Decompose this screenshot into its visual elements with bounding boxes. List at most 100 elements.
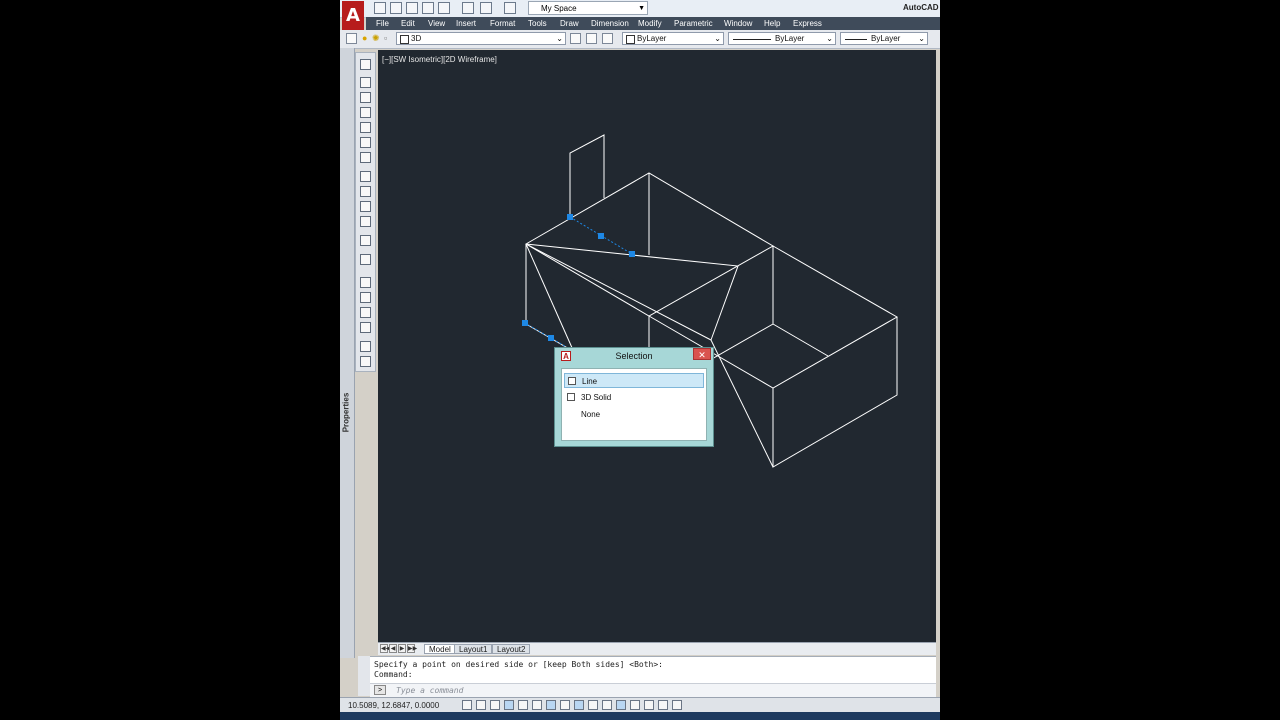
box-icon[interactable] — [360, 77, 371, 88]
first-layout-button[interactable]: ◀◀ — [380, 644, 390, 653]
save-as-icon[interactable] — [422, 2, 434, 14]
command-input[interactable]: > Type a command — [370, 683, 936, 697]
command-history-line: Command: — [374, 670, 413, 679]
ortho-mode-icon[interactable] — [504, 700, 514, 710]
publish-icon[interactable] — [438, 2, 450, 14]
snap-mode-icon[interactable] — [476, 700, 486, 710]
menu-help[interactable]: Help — [764, 19, 780, 28]
slice-plane-edge-2[interactable] — [525, 243, 574, 351]
grid-display-icon[interactable] — [490, 700, 500, 710]
properties-palette-tab[interactable]: Properties — [340, 48, 355, 658]
grip-point[interactable] — [567, 214, 573, 220]
cylinder-icon[interactable] — [360, 137, 371, 148]
save-icon[interactable] — [406, 2, 418, 14]
layer-previous-icon[interactable] — [586, 33, 597, 44]
undo-icon[interactable] — [480, 2, 492, 14]
3d-rotate-icon[interactable] — [360, 341, 371, 352]
torus-icon[interactable] — [360, 152, 371, 163]
tab-layout1[interactable]: Layout1 — [454, 644, 493, 654]
extrude-icon[interactable] — [360, 171, 371, 182]
sphere-icon[interactable] — [360, 122, 371, 133]
drawing-viewport[interactable]: [−][SW Isometric][2D Wireframe] — [378, 50, 936, 642]
make-current-layer-icon[interactable] — [570, 33, 581, 44]
workspace-dropdown[interactable]: My Space ▼ — [528, 1, 648, 15]
last-layout-button[interactable]: ▶▶ — [407, 644, 417, 653]
model-space-icon[interactable] — [672, 700, 682, 710]
menu-draw[interactable]: Draw — [560, 19, 579, 28]
plate-edges[interactable] — [569, 134, 605, 217]
color-dropdown[interactable]: ByLayer ⌄ — [622, 32, 724, 45]
wireframe-drawing[interactable] — [378, 50, 936, 642]
layer-properties-icon[interactable] — [346, 33, 357, 44]
grip-point[interactable] — [598, 233, 604, 239]
menu-dimension[interactable]: Dimension — [591, 19, 629, 28]
dynamic-input-icon[interactable] — [588, 700, 598, 710]
revolve-icon[interactable] — [360, 216, 371, 227]
slice-icon[interactable] — [360, 322, 371, 333]
next-layout-button[interactable]: ▶ — [398, 644, 406, 653]
transparency-icon[interactable] — [616, 700, 626, 710]
tab-model[interactable]: Model — [424, 644, 456, 654]
selection-cycling-icon[interactable] — [644, 700, 654, 710]
lineweight-toggle-icon[interactable] — [602, 700, 612, 710]
lightbulb-icon[interactable]: ● — [362, 32, 370, 44]
application-menu-button[interactable]: A — [342, 1, 364, 31]
menu-parametric[interactable]: Parametric — [674, 19, 713, 28]
annotation-monitor-icon[interactable] — [658, 700, 668, 710]
diagonal-edge[interactable] — [525, 243, 712, 341]
new-file-icon[interactable] — [374, 2, 386, 14]
object-snap-icon[interactable] — [532, 700, 542, 710]
slice-plane-edges[interactable] — [525, 243, 739, 341]
inner-edge[interactable] — [772, 323, 829, 357]
infer-constraints-icon[interactable] — [462, 700, 472, 710]
list-item-3d-solid[interactable]: 3D Solid — [564, 390, 704, 405]
recent-commands-button[interactable]: > — [374, 685, 386, 695]
lineweight-dropdown[interactable]: ByLayer ⌄ — [840, 32, 928, 45]
tab-layout2[interactable]: Layout2 — [492, 644, 531, 654]
modeling-toolbar — [355, 52, 376, 372]
close-button[interactable]: ✕ — [693, 348, 711, 360]
list-item-line[interactable]: Line — [564, 373, 704, 388]
menu-tools[interactable]: Tools — [528, 19, 547, 28]
previous-layout-button[interactable]: ◀ — [389, 644, 397, 653]
3d-move-icon[interactable] — [360, 254, 371, 265]
3d-align-icon[interactable] — [360, 356, 371, 367]
polar-tracking-icon[interactable] — [518, 700, 528, 710]
plot-icon[interactable] — [462, 2, 474, 14]
linetype-dropdown[interactable]: ByLayer ⌄ — [728, 32, 836, 45]
polysolid-icon[interactable] — [360, 59, 371, 70]
sweep-icon[interactable] — [360, 201, 371, 212]
subtract-icon[interactable] — [360, 292, 371, 303]
3d-object-snap-icon[interactable] — [546, 700, 556, 710]
layer-dropdown[interactable]: 3D ⌄ — [396, 32, 566, 45]
lower-side-edges[interactable] — [772, 317, 898, 468]
grip-point[interactable] — [548, 335, 554, 341]
union-icon[interactable] — [360, 277, 371, 288]
intersect-icon[interactable] — [360, 307, 371, 318]
object-snap-tracking-icon[interactable] — [560, 700, 570, 710]
viewport-controls-label[interactable]: [−][SW Isometric][2D Wireframe] — [382, 55, 497, 64]
quick-properties-icon[interactable] — [630, 700, 640, 710]
menu-format[interactable]: Format — [490, 19, 515, 28]
menu-express[interactable]: Express — [793, 19, 822, 28]
redo-icon[interactable] — [504, 2, 516, 14]
list-item-none[interactable]: None — [564, 407, 704, 422]
menu-window[interactable]: Window — [724, 19, 752, 28]
lock-icon[interactable]: ▫ — [384, 32, 387, 44]
open-file-icon[interactable] — [390, 2, 402, 14]
loft-icon[interactable] — [360, 235, 371, 246]
presspull-icon[interactable] — [360, 186, 371, 197]
menu-edit[interactable]: Edit — [401, 19, 415, 28]
dynamic-ucs-icon[interactable] — [574, 700, 584, 710]
menu-file[interactable]: File — [376, 19, 389, 28]
grip-point[interactable] — [522, 320, 528, 326]
menu-insert[interactable]: Insert — [456, 19, 476, 28]
menu-modify[interactable]: Modify — [638, 19, 662, 28]
cone-icon[interactable] — [360, 107, 371, 118]
grip-point[interactable] — [629, 251, 635, 257]
lower-front-edge[interactable] — [710, 339, 774, 468]
sun-icon[interactable]: ✺ — [372, 32, 380, 44]
menu-view[interactable]: View — [428, 19, 445, 28]
layer-match-icon[interactable] — [602, 33, 613, 44]
wedge-icon[interactable] — [360, 92, 371, 103]
